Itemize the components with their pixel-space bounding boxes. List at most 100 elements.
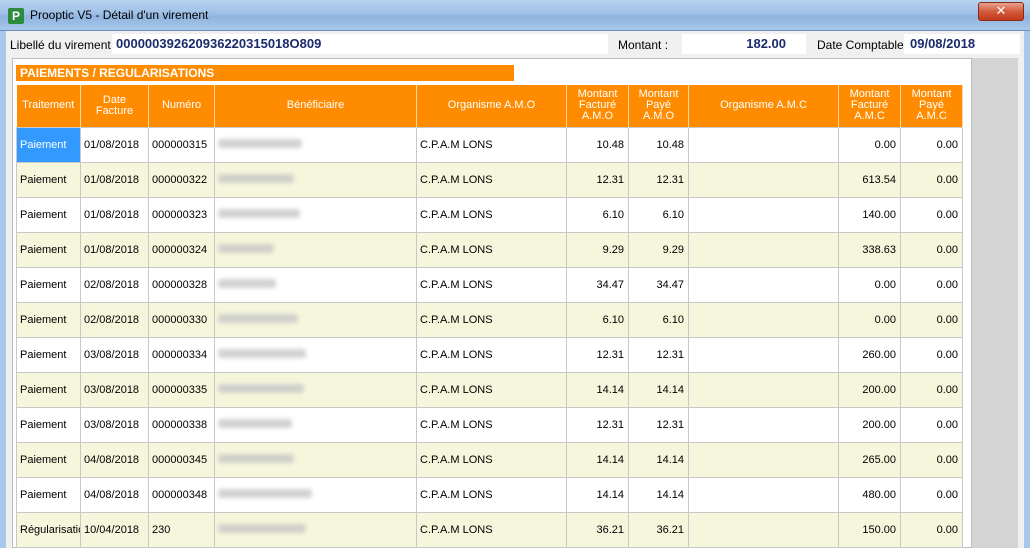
cell-beneficiaire[interactable] [214, 476, 417, 513]
cell-organisme-amo[interactable]: C.P.A.M LONS [416, 266, 567, 303]
table-row[interactable]: Paiement 04/08/2018 000000348 C.P.A.M LONS 1… [16, 476, 963, 513]
col-header-montant-facture-amo[interactable]: Montant Facturé A.M.O [566, 85, 629, 127]
col-header-date-facture[interactable]: Date Facture [80, 85, 149, 127]
cell-beneficiaire[interactable] [214, 336, 417, 373]
cell-beneficiaire[interactable] [214, 301, 417, 338]
cell-traitement[interactable]: Paiement [16, 126, 81, 163]
cell-organisme-amo[interactable]: C.P.A.M LONS [416, 371, 567, 408]
table-row[interactable]: Paiement 01/08/2018 000000322 C.P.A.M LONS 1… [16, 161, 963, 198]
col-header-beneficiaire[interactable]: Bénéficiaire [214, 85, 417, 127]
cell-beneficiaire[interactable] [214, 441, 417, 478]
cell-montant-paye-amc[interactable]: 0.00 [900, 266, 963, 303]
table-row[interactable]: Paiement 01/08/2018 000000315 C.P.A.M LONS 1… [16, 126, 963, 163]
cell-montant-paye-amo[interactable]: 14.14 [628, 476, 689, 513]
col-header-traitement[interactable]: Traitement [16, 85, 81, 127]
cell-montant-facture-amc[interactable]: 260.00 [838, 336, 901, 373]
cell-numero[interactable]: 000000328 [148, 266, 215, 303]
cell-date-facture[interactable]: 01/08/2018 [80, 196, 149, 233]
col-header-montant-paye-amc[interactable]: Montant Payé A.M.C [900, 85, 963, 127]
cell-date-facture[interactable]: 03/08/2018 [80, 406, 149, 443]
cell-montant-paye-amo[interactable]: 12.31 [628, 406, 689, 443]
cell-date-facture[interactable]: 02/08/2018 [80, 301, 149, 338]
cell-montant-paye-amc[interactable]: 0.00 [900, 406, 963, 443]
cell-montant-paye-amo[interactable]: 34.47 [628, 266, 689, 303]
cell-montant-facture-amc[interactable]: 613.54 [838, 161, 901, 198]
table-row[interactable]: Paiement 01/08/2018 000000324 C.P.A.M LONS 9… [16, 231, 963, 268]
cell-montant-paye-amc[interactable]: 0.00 [900, 371, 963, 408]
cell-traitement[interactable]: Paiement [16, 161, 81, 198]
cell-organisme-amo[interactable]: C.P.A.M LONS [416, 231, 567, 268]
cell-numero[interactable]: 000000315 [148, 126, 215, 163]
cell-beneficiaire[interactable] [214, 266, 417, 303]
cell-montant-facture-amo[interactable]: 14.14 [566, 476, 629, 513]
cell-montant-paye-amc[interactable]: 0.00 [900, 336, 963, 373]
cell-montant-paye-amo[interactable]: 12.31 [628, 336, 689, 373]
cell-numero[interactable]: 000000324 [148, 231, 215, 268]
cell-traitement[interactable]: Paiement [16, 336, 81, 373]
cell-organisme-amc[interactable] [688, 301, 839, 338]
cell-organisme-amo[interactable]: C.P.A.M LONS [416, 161, 567, 198]
cell-montant-paye-amc[interactable]: 0.00 [900, 126, 963, 163]
cell-montant-paye-amc[interactable]: 0.00 [900, 476, 963, 513]
cell-organisme-amo[interactable]: C.P.A.M LONS [416, 196, 567, 233]
cell-montant-facture-amo[interactable]: 10.48 [566, 126, 629, 163]
cell-organisme-amo[interactable]: C.P.A.M LONS [416, 441, 567, 478]
cell-beneficiaire[interactable] [214, 126, 417, 163]
cell-montant-facture-amo[interactable]: 12.31 [566, 161, 629, 198]
cell-numero[interactable]: 000000348 [148, 476, 215, 513]
cell-montant-facture-amo[interactable]: 14.14 [566, 441, 629, 478]
cell-montant-facture-amo[interactable]: 34.47 [566, 266, 629, 303]
table-row[interactable]: Paiement 02/08/2018 000000328 C.P.A.M LONS 3… [16, 266, 963, 303]
cell-organisme-amc[interactable] [688, 161, 839, 198]
cell-montant-paye-amc[interactable]: 0.00 [900, 511, 963, 548]
cell-organisme-amc[interactable] [688, 126, 839, 163]
cell-montant-facture-amo[interactable]: 12.31 [566, 336, 629, 373]
close-button[interactable]: ✕ [978, 2, 1024, 21]
cell-numero[interactable]: 000000322 [148, 161, 215, 198]
cell-beneficiaire[interactable] [214, 511, 417, 548]
cell-montant-facture-amc[interactable]: 140.00 [838, 196, 901, 233]
cell-montant-paye-amo[interactable]: 14.14 [628, 371, 689, 408]
cell-beneficiaire[interactable] [214, 406, 417, 443]
cell-montant-facture-amc[interactable]: 338.63 [838, 231, 901, 268]
cell-montant-facture-amo[interactable]: 14.14 [566, 371, 629, 408]
cell-date-facture[interactable]: 03/08/2018 [80, 371, 149, 408]
cell-organisme-amo[interactable]: C.P.A.M LONS [416, 301, 567, 338]
cell-numero[interactable]: 000000334 [148, 336, 215, 373]
cell-montant-paye-amo[interactable]: 12.31 [628, 161, 689, 198]
cell-organisme-amo[interactable]: C.P.A.M LONS [416, 126, 567, 163]
cell-montant-paye-amo[interactable]: 6.10 [628, 301, 689, 338]
cell-traitement[interactable]: Régularisation [16, 511, 81, 548]
cell-numero[interactable]: 000000323 [148, 196, 215, 233]
cell-date-facture[interactable]: 03/08/2018 [80, 336, 149, 373]
cell-numero[interactable]: 000000330 [148, 301, 215, 338]
cell-organisme-amc[interactable] [688, 266, 839, 303]
cell-montant-paye-amc[interactable]: 0.00 [900, 161, 963, 198]
cell-traitement[interactable]: Paiement [16, 196, 81, 233]
table-row[interactable]: Paiement 01/08/2018 000000323 C.P.A.M LONS 6… [16, 196, 963, 233]
cell-montant-facture-amc[interactable]: 0.00 [838, 301, 901, 338]
cell-montant-paye-amo[interactable]: 9.29 [628, 231, 689, 268]
col-header-organisme-amc[interactable]: Organisme A.M.C [688, 85, 839, 127]
col-header-montant-paye-amo[interactable]: Montant Payé A.M.O [628, 85, 689, 127]
cell-montant-paye-amo[interactable]: 36.21 [628, 511, 689, 548]
cell-beneficiaire[interactable] [214, 231, 417, 268]
cell-organisme-amc[interactable] [688, 511, 839, 548]
cell-traitement[interactable]: Paiement [16, 301, 81, 338]
cell-numero[interactable]: 000000335 [148, 371, 215, 408]
table-row[interactable]: Paiement 03/08/2018 000000335 C.P.A.M LONS 1… [16, 371, 963, 408]
cell-beneficiaire[interactable] [214, 161, 417, 198]
cell-montant-facture-amc[interactable]: 200.00 [838, 371, 901, 408]
cell-organisme-amc[interactable] [688, 406, 839, 443]
cell-montant-facture-amc[interactable]: 480.00 [838, 476, 901, 513]
cell-organisme-amc[interactable] [688, 196, 839, 233]
cell-montant-facture-amo[interactable]: 9.29 [566, 231, 629, 268]
cell-traitement[interactable]: Paiement [16, 441, 81, 478]
table-row[interactable]: Paiement 02/08/2018 000000330 C.P.A.M LONS 6… [16, 301, 963, 338]
cell-montant-paye-amc[interactable]: 0.00 [900, 231, 963, 268]
col-header-numero[interactable]: Numéro [148, 85, 215, 127]
cell-organisme-amc[interactable] [688, 336, 839, 373]
table-row[interactable]: Paiement 03/08/2018 000000338 C.P.A.M LONS 1… [16, 406, 963, 443]
cell-organisme-amo[interactable]: C.P.A.M LONS [416, 511, 567, 548]
cell-traitement[interactable]: Paiement [16, 371, 81, 408]
